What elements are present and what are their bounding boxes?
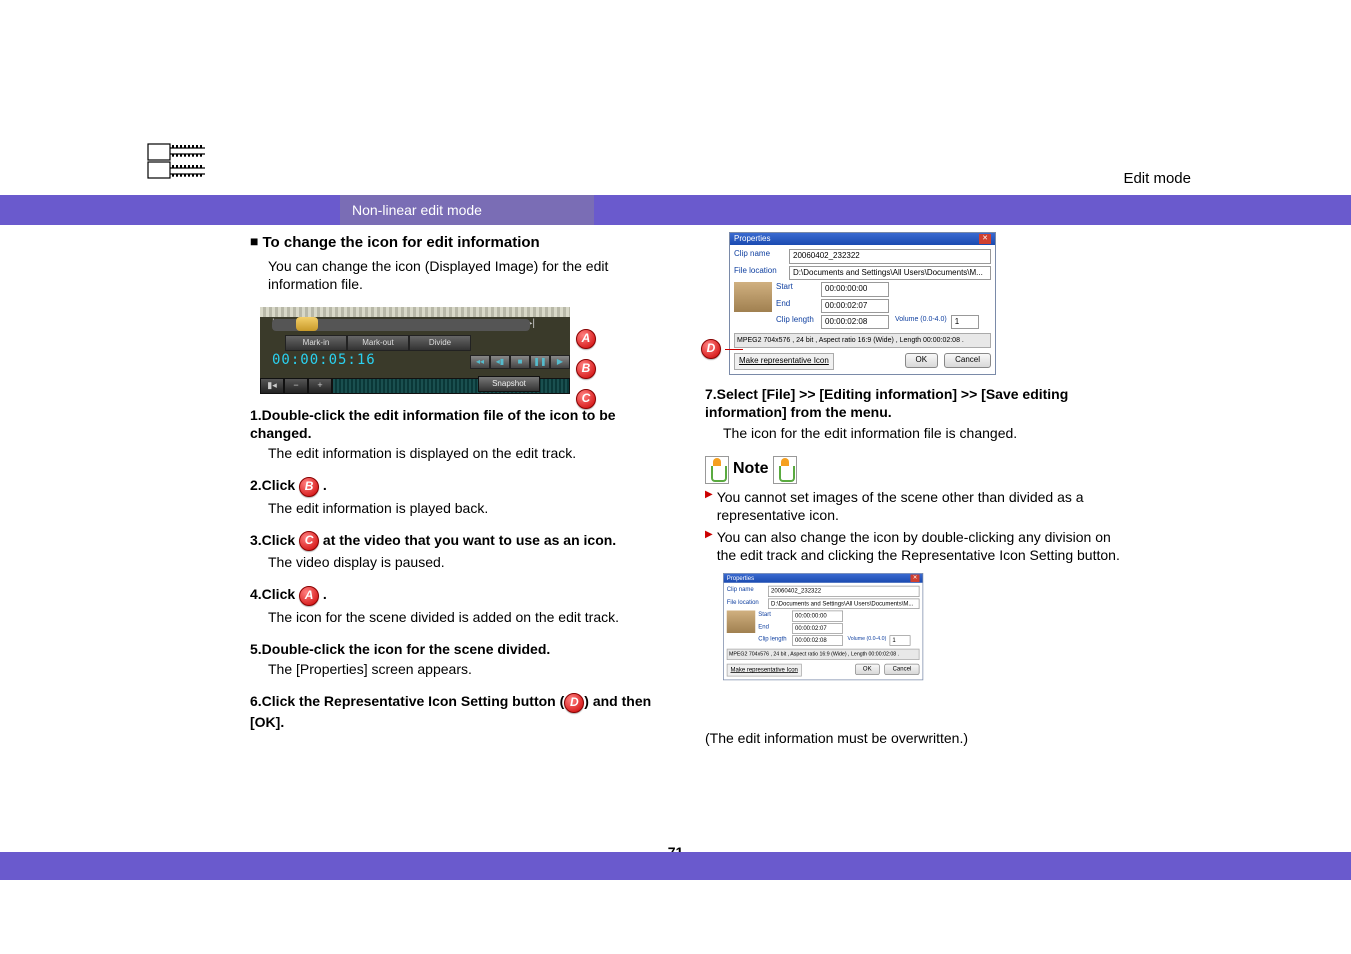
- section-intro: You can change the icon (Displayed Image…: [268, 257, 675, 293]
- minus-button[interactable]: −: [284, 378, 308, 394]
- marker-d: D: [701, 339, 721, 359]
- frame-back-button[interactable]: ◂▮: [490, 355, 510, 369]
- volume-label: Volume (0.0-4.0): [895, 315, 947, 329]
- plus-button[interactable]: +: [308, 378, 332, 394]
- start-field[interactable]: 00:00:00:00: [821, 282, 889, 296]
- mark-in-button[interactable]: Mark-in: [285, 335, 347, 351]
- step-7: 7.Select [File] >> [Editing information]…: [705, 385, 1130, 442]
- filmstrip-logo-icon: [145, 138, 207, 183]
- edit-track-panel: |◂⋯ ⋯▸| Mark-in Mark-out Divide 00:00:05…: [260, 307, 570, 392]
- playback-controls: ◂◂ ◂▮ ■ ❚❚ ▶: [470, 355, 570, 369]
- end-field[interactable]: 00:00:02:07: [821, 299, 889, 313]
- pause-button[interactable]: ❚❚: [530, 355, 550, 369]
- note-footer: (The edit information must be overwritte…: [705, 729, 1130, 747]
- play-button[interactable]: ▶: [550, 355, 570, 369]
- timecode-display: 00:00:05:16: [272, 351, 376, 369]
- marker-c-inline: C: [299, 531, 319, 551]
- clip-name-label: Clip name: [734, 249, 789, 263]
- marker-c: C: [576, 389, 596, 409]
- mark-out-button[interactable]: Mark-out: [347, 335, 409, 351]
- marker-d-inline: D: [564, 693, 584, 713]
- step-5: 5.Double-click the icon for the scene di…: [250, 640, 675, 678]
- marker-a: A: [576, 329, 596, 349]
- note-label: Note: [733, 459, 769, 480]
- clip-thumbnail: [734, 282, 772, 312]
- close-icon[interactable]: ✕: [979, 234, 991, 244]
- note-item-2: ▶You can also change the icon by double-…: [705, 528, 1130, 564]
- step-2: 2.Click B . The edit information is play…: [250, 476, 675, 516]
- divide-button[interactable]: Divide: [409, 335, 471, 351]
- end-label: End: [776, 299, 821, 313]
- rewind-button[interactable]: ◂◂: [470, 355, 490, 369]
- step-6: 6.Click the Representative Icon Setting …: [250, 692, 675, 730]
- file-location-field[interactable]: D:\Documents and Settings\All Users\Docu…: [789, 266, 991, 280]
- note-item-1: ▶You cannot set images of the scene othe…: [705, 488, 1130, 524]
- right-column: Properties ✕ Clip name20060402_232322 Fi…: [705, 232, 1130, 748]
- left-column: ■To change the icon for edit information…: [250, 232, 675, 748]
- volume-field[interactable]: 1: [951, 315, 979, 329]
- properties-dialog-small: Properties ✕ Clip name20060402_232322 Fi…: [723, 573, 923, 680]
- section-tab: Non-linear edit mode: [340, 195, 594, 225]
- marker-a-inline: A: [299, 586, 319, 606]
- step-4: 4.Click A . The icon for the scene divid…: [250, 585, 675, 625]
- slider-handle[interactable]: [296, 317, 318, 331]
- note-icon: [773, 456, 797, 484]
- footer-stripe: [0, 852, 1351, 880]
- triangle-bullet-icon: ▶: [705, 488, 713, 524]
- note-header: Note: [705, 456, 797, 484]
- dialog-title: Properties: [734, 234, 770, 244]
- prev-track-button[interactable]: ▮◂: [260, 378, 284, 394]
- close-icon[interactable]: ✕: [911, 574, 920, 582]
- note-icon: [705, 456, 729, 484]
- clip-name-field[interactable]: 20060402_232322: [789, 249, 991, 263]
- step-3: 3.Click C at the video that you want to …: [250, 531, 675, 571]
- section-heading: ■To change the icon for edit information: [250, 232, 675, 253]
- clip-length-label: Clip length: [776, 315, 821, 329]
- marker-b-inline: B: [299, 477, 319, 497]
- step-1: 1.Double-click the edit information file…: [250, 406, 675, 463]
- start-label: Start: [776, 282, 821, 296]
- file-location-label: File location: [734, 266, 789, 280]
- snapshot-button[interactable]: Snapshot: [478, 376, 540, 392]
- stop-button[interactable]: ■: [510, 355, 530, 369]
- header-stripe: [0, 195, 1351, 225]
- marker-b: B: [576, 359, 596, 379]
- triangle-bullet-icon: ▶: [705, 528, 713, 564]
- page-mode: Edit mode: [1123, 170, 1191, 187]
- clip-length-field[interactable]: 00:00:02:08: [821, 315, 889, 329]
